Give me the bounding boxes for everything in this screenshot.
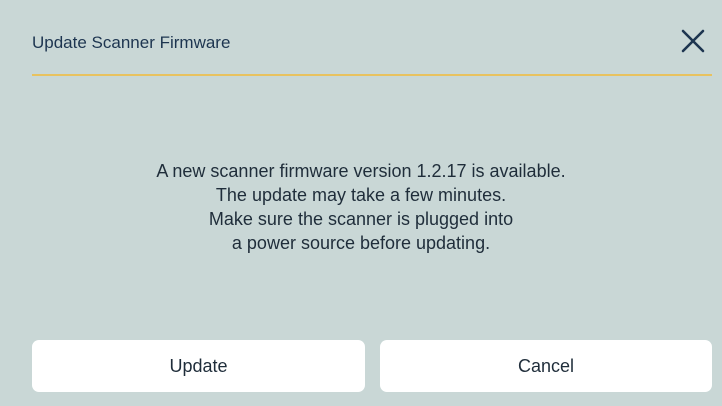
cancel-button[interactable]: Cancel [380, 340, 712, 392]
header-divider [32, 74, 712, 76]
close-button[interactable] [680, 28, 706, 54]
message-line: The update may take a few minutes. [215, 185, 507, 205]
message-line: Make sure the scanner is plugged into [208, 209, 514, 229]
dialog-title: Update Scanner Firmware [32, 33, 231, 52]
message-line: A new scanner firmware version 1.2.17 is… [156, 161, 566, 181]
dialog-message: A new scanner firmware version 1.2.17 is… [0, 159, 722, 255]
update-button[interactable]: Update [32, 340, 365, 392]
close-icon [681, 29, 705, 53]
message-line: a power source before updating. [231, 233, 491, 253]
dialog-header: Update Scanner Firmware [32, 0, 722, 74]
firmware-update-dialog: Update Scanner Firmware A new scanner fi… [0, 0, 722, 406]
